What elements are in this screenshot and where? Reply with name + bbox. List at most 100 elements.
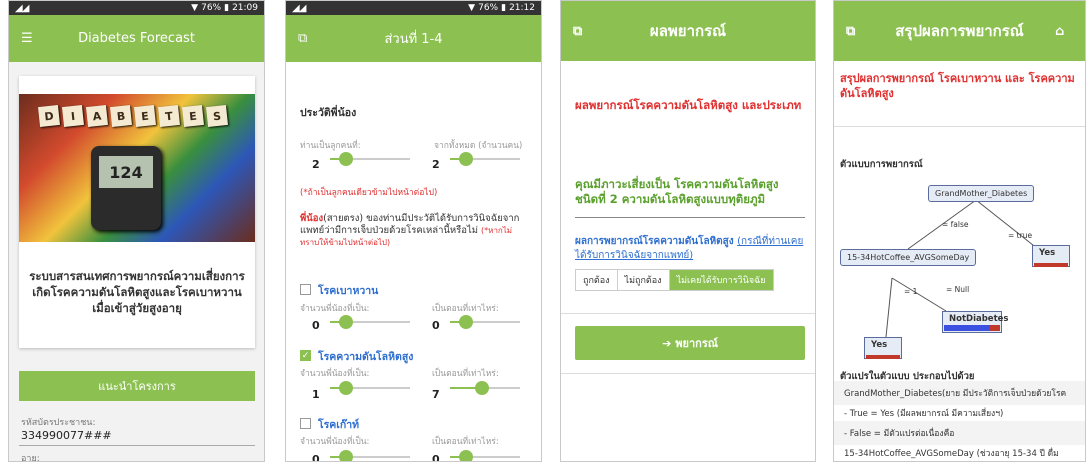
- app-title: Diabetes Forecast: [78, 31, 195, 46]
- risk-result: คุณมีภาวะเสี่ยงเป็น โรคความดันโลหิตสูง ช…: [575, 177, 779, 206]
- page-title: สรุปผลการพยากรณ์: [895, 22, 1024, 40]
- siblings-question: พี่น้อง(สายตรง) ของท่านมีประวัติได้รับกา…: [300, 213, 530, 249]
- option-correct[interactable]: ถูกต้อง: [576, 270, 618, 290]
- intro-button[interactable]: แนะนำโครงการ: [19, 371, 255, 401]
- gout-count-slider[interactable]: [330, 450, 410, 461]
- wifi-icon: ▼: [468, 3, 476, 13]
- edge-null: = Null: [946, 285, 970, 294]
- hypertension-count-slider[interactable]: [330, 381, 410, 395]
- screen-siblings-history: ◢◢ ▼ 76% ▮ 21:12 ⧉ ส่วนที่ 1-4 ประวัติพี่น้…: [285, 0, 542, 462]
- leaf-bar: [1034, 263, 1068, 267]
- page-title: ส่วนที่ 1-4: [384, 32, 443, 47]
- battery-level: 76%: [478, 3, 499, 13]
- option-never-diagnosed[interactable]: ไม่เคยได้รับการวินิจฉัย: [669, 270, 773, 290]
- page-title: ผลพยากรณ์: [649, 22, 727, 40]
- menu-icon[interactable]: ☰: [21, 31, 39, 46]
- gout-age-slider[interactable]: [450, 450, 520, 461]
- diabetes-count-slider[interactable]: [330, 315, 410, 329]
- hypertension-age: 7: [432, 388, 440, 401]
- gout-count: 0: [312, 453, 320, 462]
- app-bar: ☰ Diabetes Forecast: [9, 15, 264, 62]
- clock: 21:12: [509, 3, 535, 13]
- hypertension-checkbox[interactable]: ✓: [300, 350, 311, 361]
- battery-icon: ▮: [501, 3, 507, 13]
- diabetes-label: โรคเบาหวาน: [318, 285, 379, 297]
- siblings-highlight: พี่น้อง: [300, 213, 324, 224]
- letter-tile: S: [206, 105, 228, 127]
- letter-tile: A: [86, 105, 108, 127]
- total-value: 2: [432, 158, 440, 171]
- meter-reading: 124: [99, 156, 153, 188]
- gout-label: โรคเก๊าท์: [318, 419, 360, 431]
- screen-diabetes-forecast: ◢◢ ▼ 76% ▮ 21:09 ☰ Diabetes Forecast D I A …: [8, 0, 265, 462]
- order-slider[interactable]: [330, 152, 410, 166]
- total-slider[interactable]: [450, 152, 520, 166]
- leaf-bar: [866, 355, 900, 359]
- diagnosis-options: ถูกต้อง ไม่ถูกต้อง ไม่เคยได้รับการวินิจฉ…: [575, 269, 774, 291]
- order-label: ท่านเป็นลูกคนที่:: [300, 141, 361, 151]
- leaf-bar: [990, 325, 1000, 331]
- divider: [561, 373, 815, 374]
- id-field[interactable]: 334990077###: [21, 429, 112, 442]
- divider: [575, 217, 805, 218]
- clock: 21:09: [232, 3, 258, 13]
- letter-tile: E: [134, 105, 156, 127]
- diabetes-age: 0: [432, 319, 440, 332]
- confirm-question: ผลการพยากรณ์โรคความดันโลหิตสูง (กรณีที่ท…: [575, 235, 810, 263]
- letter-tile: D: [38, 105, 60, 127]
- hypertension-count-label: จำนวนพี่น้องที่เป็น:: [300, 369, 370, 379]
- hypertension-age-label: เป็นตอนที่เท่าไหร่:: [432, 369, 499, 379]
- id-underline: [19, 445, 255, 446]
- battery-icon: ▮: [224, 3, 230, 13]
- intro-card: D I A B E T E S 124 ระบบสารสนเทศการพยากร…: [19, 76, 255, 348]
- predict-label: พยากรณ์: [675, 337, 718, 350]
- next-field-label: อายุ:: [21, 454, 40, 462]
- back-icon[interactable]: ⧉: [573, 24, 591, 39]
- predict-button[interactable]: ➔ พยากรณ์: [575, 326, 805, 360]
- letter-tiles: D I A B E T E S: [38, 105, 228, 127]
- battery-level: 76%: [201, 3, 222, 13]
- edge-false: = false: [942, 220, 969, 229]
- diabetes-age-label: เป็นตอนที่เท่าไหร่:: [432, 304, 499, 314]
- app-bar: ⧉ สรุปผลการพยากรณ์ ⌂: [834, 1, 1085, 61]
- diabetes-checkbox[interactable]: [300, 284, 311, 295]
- edge-true: = true: [1008, 231, 1033, 240]
- diabetes-age-slider[interactable]: [450, 315, 520, 329]
- card-title: ระบบสารสนเทศการพยากรณ์ความเสี่ยงการเกิดโ…: [29, 269, 245, 315]
- id-label: รหัสบัตรประชาชน:: [21, 418, 96, 428]
- hero-image: D I A B E T E S 124: [19, 94, 255, 242]
- variable-row: 15-34HotCoffee_AVGSomeDay (ช่วงอายุ 15-3…: [844, 449, 1059, 459]
- letter-tile: T: [158, 105, 180, 127]
- screen-prediction-result: ⧉ ผลพยากรณ์ ผลพยากรณ์โรคความดันโลหิตสูง …: [560, 0, 816, 462]
- edge-one: = 1: [904, 287, 918, 296]
- diabetes-count: 0: [312, 319, 320, 332]
- wifi-icon: ▼: [191, 3, 199, 13]
- letter-tile: B: [110, 105, 132, 127]
- model-label: ตัวแบบการพยากรณ์: [840, 159, 923, 170]
- section-title: ประวัติพี่น้อง: [300, 107, 357, 119]
- gout-checkbox[interactable]: [300, 418, 311, 429]
- home-icon[interactable]: ⌂: [1055, 24, 1073, 39]
- tree-coffee-node: 15-34HotCoffee_AVGSomeDay: [840, 249, 977, 266]
- gout-age-label: เป็นตอนที่เท่าไหร่:: [432, 437, 499, 447]
- arrow-circle-icon: ➔: [662, 336, 672, 350]
- signal-icon: ◢◢: [15, 2, 29, 14]
- app-bar: ⧉ ผลพยากรณ์: [561, 1, 815, 61]
- signal-icon: ◢◢: [292, 2, 306, 14]
- check-icon: ✓: [301, 350, 310, 361]
- divider: [834, 126, 1085, 127]
- tree-root-node: GrandMother_Diabetes: [928, 185, 1035, 202]
- letter-tile: I: [62, 105, 84, 127]
- back-icon[interactable]: ⧉: [298, 31, 316, 46]
- divider: [561, 313, 815, 314]
- diabetes-count-label: จำนวนพี่น้องที่เป็น:: [300, 304, 370, 314]
- confirm-label: ผลการพยากรณ์โรคความดันโลหิตสูง: [575, 236, 734, 247]
- hypertension-count: 1: [312, 388, 320, 401]
- gout-age: 0: [432, 453, 440, 462]
- option-incorrect[interactable]: ไม่ถูกต้อง: [618, 270, 670, 290]
- summary-heading: สรุปผลการพยากรณ์ โรคเบาหวาน และ โรคความด…: [840, 72, 1075, 100]
- hypertension-age-slider[interactable]: [450, 381, 520, 395]
- back-icon[interactable]: ⧉: [846, 24, 864, 39]
- status-bar: ◢◢ ▼ 76% ▮ 21:12: [286, 1, 541, 15]
- hypertension-label: โรคความดันโลหิตสูง: [318, 351, 414, 363]
